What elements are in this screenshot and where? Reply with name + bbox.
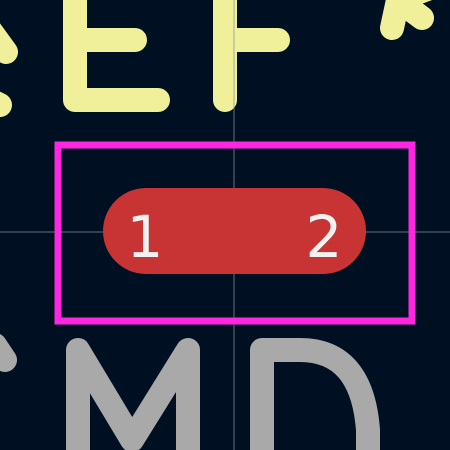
fab-glyph-s-fragment xyxy=(0,334,17,372)
pcb-canvas[interactable]: 1 2 xyxy=(0,0,450,450)
silk-glyph-e xyxy=(63,0,170,112)
value-text-fab[interactable] xyxy=(0,334,380,450)
pcb-view: 1 2 xyxy=(0,0,450,450)
fab-glyph-d xyxy=(250,338,380,450)
fab-glyph-m xyxy=(66,338,200,450)
silk-glyph-asterisk xyxy=(380,0,434,40)
reference-designator-silkscreen[interactable] xyxy=(0,0,434,117)
pad-number-1: 1 xyxy=(127,203,164,271)
silk-glyph-f xyxy=(213,0,290,112)
silk-glyph-r-fragment xyxy=(0,23,18,117)
pad-number-2: 2 xyxy=(306,203,343,271)
